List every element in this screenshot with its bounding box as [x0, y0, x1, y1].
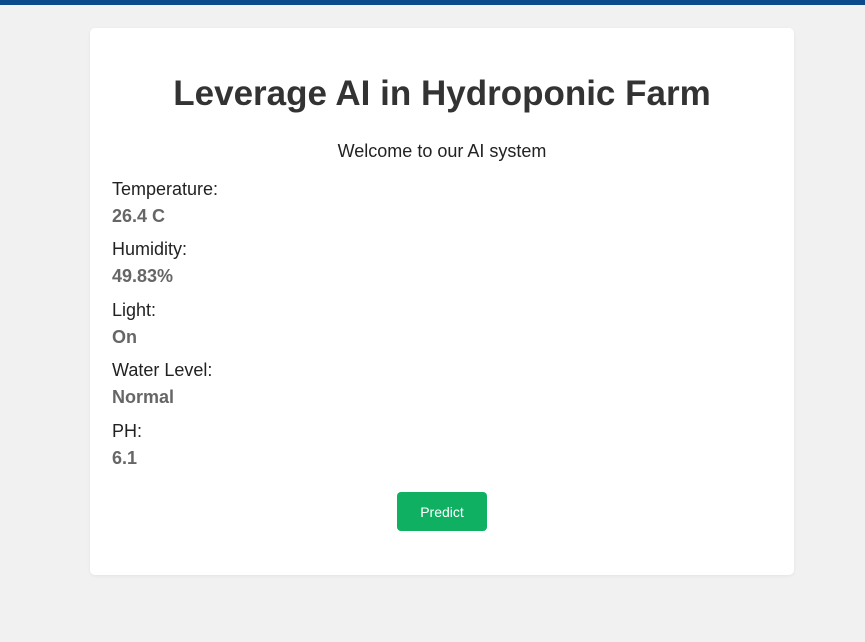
ph-label: PH: [112, 421, 143, 441]
light-value: On [112, 327, 137, 347]
reading-ph: PH: 6.1 [112, 420, 142, 469]
humidity-label: Humidity: [112, 239, 188, 259]
water-level-value: Normal [112, 387, 175, 407]
top-accent-bar [0, 0, 865, 5]
ph-value: 6.1 [112, 448, 138, 468]
reading-water-level: Water Level: Normal [112, 359, 212, 408]
temperature-label: Temperature: [112, 179, 219, 199]
reading-humidity: Humidity: 49.83% [112, 238, 187, 287]
predict-button[interactable]: Predict [397, 492, 487, 531]
temperature-value: 26.4 C [112, 206, 166, 226]
water-level-label: Water Level: [112, 360, 213, 380]
humidity-value: 49.83% [112, 266, 174, 286]
light-label: Light: [112, 300, 157, 320]
page-title: Leverage AI in Hydroponic Farm [173, 74, 711, 113]
welcome-subtitle: Welcome to our AI system [337, 141, 547, 161]
main-card: Leverage AI in Hydroponic Farm Welcome t… [90, 28, 794, 575]
reading-light: Light: On [112, 299, 156, 348]
reading-temperature: Temperature: 26.4 C [112, 178, 218, 227]
